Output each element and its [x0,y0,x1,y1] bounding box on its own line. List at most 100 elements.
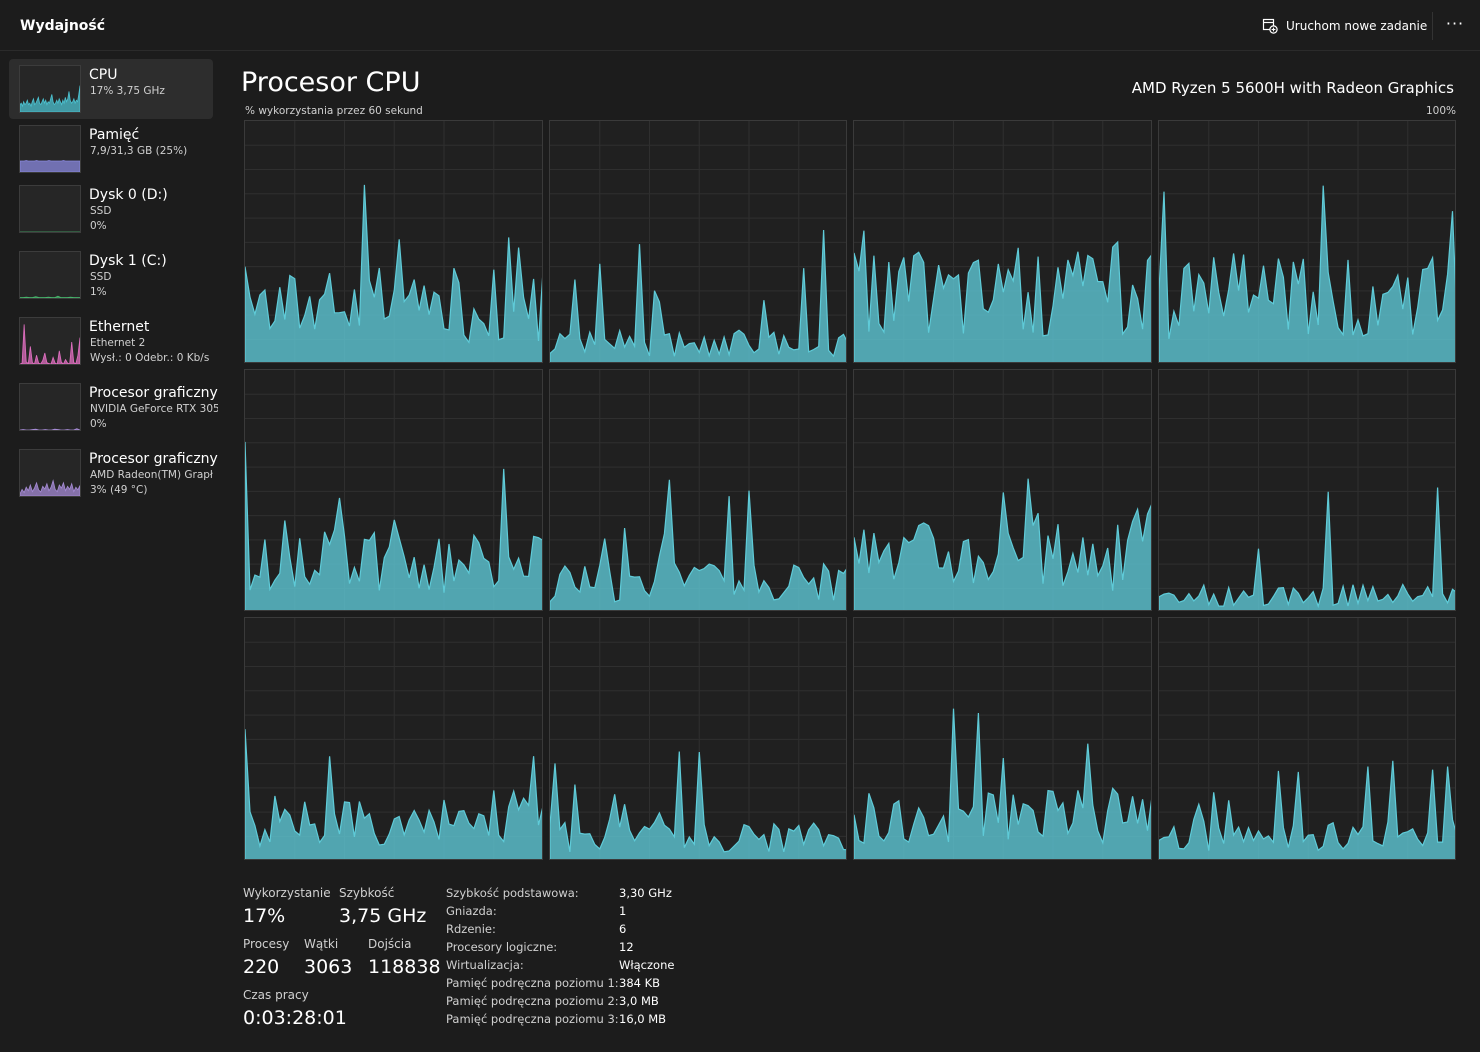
handles-value: 118838 [368,956,441,978]
cpu-core-graph-canvas [1158,369,1456,611]
cpu-core-graph [1157,368,1456,612]
sidebar-thumbnail-graph [19,185,81,233]
cpu-core-graphs [244,120,1456,860]
run-new-task-label: Uruchom nowe zadanie [1286,19,1428,33]
spec-value: 16,0 MB [619,1012,667,1026]
spec-value: Włączone [619,958,675,972]
cpu-core-graph-canvas [1158,121,1456,362]
utilization-label: Wykorzystanie [243,886,331,900]
speed-value: 3,75 GHz [339,905,427,927]
sidebar-item-detail: AMD Radeon(TM) Grapł [90,469,213,481]
cpu-core-graph-canvas [549,121,847,362]
cpu-core-graph-canvas [854,369,1151,611]
cpu-core-graph-canvas [549,369,847,611]
cpu-core-graph-canvas [245,121,542,362]
sidebar-item-detail: 3% (49 °C) [90,484,148,496]
spec-key: Szybkość podstawowa: [446,886,579,900]
sidebar-thumbnail-graph [19,251,81,299]
sidebar-item-detail: NVIDIA GeForce RTX 305 [90,403,218,415]
spec-key: Pamięć podręczna poziomu 3: [446,1012,619,1026]
processes-label: Procesy [243,937,290,951]
threads-label: Wątki [304,937,339,951]
spec-key: Procesory logiczne: [446,940,558,954]
cpu-core-graph [548,368,847,612]
cpu-core-graph [853,368,1152,612]
sidebar-item-disk-1[interactable]: Dysk 1 (C:) SSD 1% [9,245,213,305]
spec-key: Pamięć podręczna poziomu 2: [446,994,619,1008]
cpu-core-graph [244,120,543,363]
sidebar-thumbnail-graph [19,383,81,431]
uptime-value: 0:03:28:01 [243,1007,347,1029]
cpu-core-graph [244,368,543,612]
sidebar-item-disk-0[interactable]: Dysk 0 (D:) SSD 0% [9,179,213,239]
sidebar-thumbnail-graph [19,449,81,497]
run-new-task-button[interactable]: Uruchom nowe zadanie [1262,15,1427,37]
utilization-value: 17% [243,905,286,927]
sidebar-item-ethernet[interactable]: Ethernet Ethernet 2 Wysł.: 0 Odebr.: 0 Kb/… [9,311,213,371]
sidebar-item-gpu-0[interactable]: Procesor graficzny NVIDIA GeForce RTX 305… [9,377,218,437]
sidebar-item-title: Dysk 1 (C:) [89,253,167,269]
cpu-core-usage-trace [854,478,1151,611]
sidebar-item-detail: 1% [90,286,107,298]
main-title: Procesor CPU [241,67,421,98]
cpu-core-graph [244,617,543,860]
sidebar-item-detail: SSD [90,271,112,283]
speed-label: Szybkość [339,886,395,900]
sidebar-item-title: Procesor graficzny [89,451,218,467]
cpu-core-graph-canvas [245,369,542,611]
sidebar-item-title: Procesor graficzny [89,385,218,401]
sidebar-item-cpu[interactable]: CPU 17% 3,75 GHz [9,59,213,119]
cpu-core-graph-canvas [854,121,1151,362]
cpu-core-graph [1157,617,1456,860]
cpu-core-graph [1157,120,1456,363]
toolbar-divider [1432,12,1433,40]
spec-value: 1 [619,904,627,918]
sidebar-item-detail: Ethernet 2 [90,337,146,349]
cpu-core-graph-canvas [549,618,847,859]
spec-value: 6 [619,922,627,936]
spec-value: 384 KB [619,976,661,990]
spec-key: Rdzenie: [446,922,496,936]
handles-label: Dojścia [368,937,412,951]
threads-value: 3063 [304,956,353,978]
sidebar-item-title: CPU [89,67,118,83]
sidebar: CPU 17% 3,75 GHz Pamięć 7,9/31,3 GB (25%) Dy… [0,51,230,1051]
sidebar-item-detail: 17% 3,75 GHz [90,85,165,97]
spec-value: 12 [619,940,634,954]
cpu-model-name: AMD Ryzen 5 5600H with Radeon Graphics [1131,79,1454,97]
graph-axis-max: 100% [1425,105,1456,117]
sidebar-thumbnail-graph [19,65,81,113]
sidebar-item-memory[interactable]: Pamięć 7,9/31,3 GB (25%) [9,119,213,179]
more-options-button[interactable]: ··· [1440,14,1470,38]
sidebar-thumbnail-graph [19,317,81,365]
cpu-core-graph [548,120,847,363]
top-bar: Wydajność Uruchom nowe zadanie ··· [0,0,1480,51]
cpu-core-graph [853,617,1152,860]
sidebar-thumbnail-graph [19,125,81,173]
sidebar-item-title: Ethernet [89,319,150,335]
spec-value: 3,30 GHz [619,886,672,900]
spec-value: 3,0 MB [619,994,659,1008]
spec-key: Wirtualizacja: [446,958,524,972]
uptime-label: Czas pracy [243,988,309,1002]
spec-key: Gniazda: [446,904,497,918]
cpu-core-usage-trace [549,751,847,859]
processes-value: 220 [243,956,280,978]
sidebar-item-gpu-1[interactable]: Procesor graficzny AMD Radeon(TM) Grapł 3%… [9,443,218,503]
graph-axis-label: % wykorzystania przez 60 sekund [245,105,423,117]
cpu-core-graph [548,617,847,860]
sidebar-item-detail: 7,9/31,3 GB (25%) [90,145,188,157]
sidebar-item-title: Pamięć [89,127,140,143]
cpu-core-graph-canvas [1158,618,1456,859]
cpu-core-graph [853,120,1152,363]
new-task-icon [1262,18,1278,34]
sidebar-item-detail: SSD [90,205,112,217]
page-title: Wydajność [20,18,106,34]
sidebar-item-detail: 0% [90,418,107,430]
spec-key: Pamięć podręczna poziomu 1: [446,976,619,990]
sidebar-item-title: Dysk 0 (D:) [89,187,168,203]
sidebar-item-detail: 0% [90,220,107,232]
cpu-core-graph-canvas [854,618,1151,859]
cpu-core-graph-canvas [245,618,542,859]
sidebar-item-detail: Wysł.: 0 Odebr.: 0 Kb/s [90,352,210,364]
